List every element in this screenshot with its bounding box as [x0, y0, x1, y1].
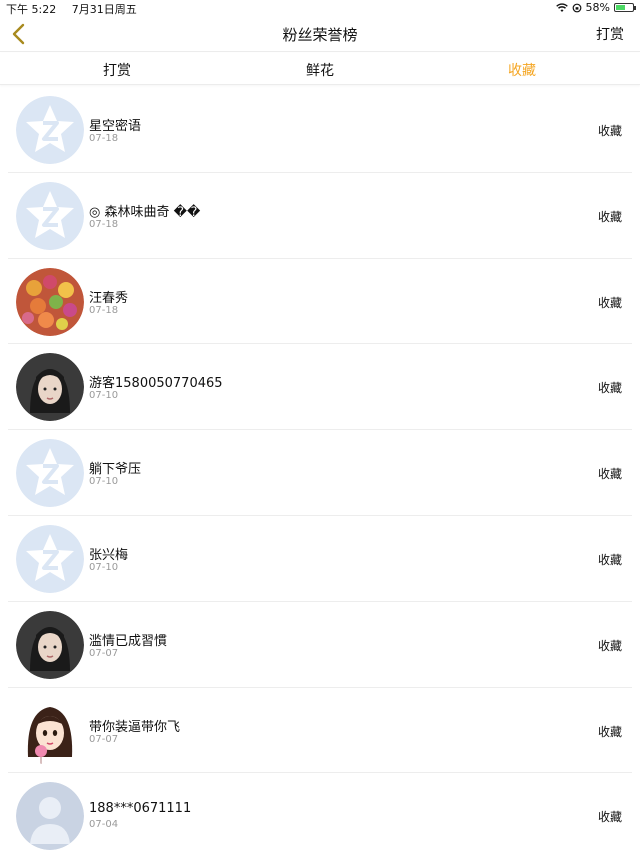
battery-icon [614, 3, 636, 12]
action-label: 收藏 [597, 810, 622, 825]
date-label: 07-18 [89, 304, 119, 316]
default-qq-avatar[interactable] [16, 181, 84, 250]
battery-percent: 58% [585, 1, 610, 14]
list-item[interactable]: ◎ 森林味曲奇 �� 07-18 收藏 [8, 173, 632, 259]
fan-list: 星空密语 07-18 收藏 ◎ 森林味曲奇 �� 07-18 收藏 汪春秀 07-18 收藏 游客… [0, 87, 640, 853]
date-label: 07-07 [89, 733, 119, 745]
date-label: 07-18 [89, 133, 119, 144]
list-item[interactable]: 带你装逼带你飞 07-07 收藏 [8, 688, 632, 774]
status-right: 58% [555, 1, 636, 14]
date-label: 07-04 [89, 819, 119, 831]
candy-photo-avatar[interactable] [16, 267, 84, 336]
action-label: 收藏 [597, 638, 622, 653]
wifi-icon [555, 2, 568, 12]
cartoon-girl-avatar[interactable] [16, 696, 84, 765]
status-left: 下午 5:22 7月31日周五 [6, 1, 149, 17]
user-name: 188***0671111 [89, 801, 192, 817]
user-name: 张兴梅 [89, 547, 129, 563]
tab-bar: 打赏 鲜花 收藏 [0, 53, 640, 85]
list-item[interactable]: 张兴梅 07-10 收藏 [8, 516, 632, 602]
default-person-avatar[interactable] [16, 782, 84, 851]
action-label: 收藏 [597, 552, 622, 567]
action-label: 收藏 [597, 467, 622, 482]
date-label: 07-10 [89, 390, 119, 402]
list-item[interactable]: 游客1580050770465 07-10 收藏 [8, 344, 632, 431]
date-label: 07-10 [89, 561, 119, 573]
tab-favorites[interactable]: 收藏 [508, 60, 536, 80]
list-item[interactable]: 188***0671111 07-04 收藏 [8, 773, 632, 853]
battery-fill [616, 5, 625, 10]
tab-reward[interactable]: 打赏 [103, 60, 131, 80]
list-item[interactable]: 星空密语 07-18 收藏 [8, 87, 632, 173]
action-label: 收藏 [597, 381, 622, 396]
girl-photo-avatar[interactable] [16, 610, 84, 679]
reward-button[interactable]: 打赏 [596, 24, 624, 44]
default-qq-avatar[interactable] [16, 439, 84, 508]
user-name: ◎ 森林味曲奇 �� [89, 204, 201, 220]
action-label: 收藏 [597, 295, 622, 310]
tab-flowers[interactable]: 鲜花 [306, 60, 334, 80]
list-item[interactable]: 躺下爷压 07-10 收藏 [8, 430, 632, 516]
status-time: 下午 5:22 [6, 3, 57, 16]
action-label: 收藏 [597, 124, 622, 138]
action-label: 收藏 [597, 724, 622, 739]
status-bar: 下午 5:22 7月31日周五 58% [0, 0, 640, 16]
action-label: 收藏 [597, 209, 622, 224]
user-name: 带你装逼带你飞 [89, 719, 181, 735]
user-name: 滥情已成習慣 [89, 633, 168, 649]
list-item[interactable]: 滥情已成習慣 07-07 收藏 [8, 602, 632, 688]
user-name: 游客1580050770465 [89, 376, 223, 392]
girl-photo-avatar[interactable] [16, 353, 84, 422]
user-name: 躺下爷压 [89, 462, 142, 478]
date-label: 07-18 [89, 218, 119, 230]
default-qq-avatar[interactable] [16, 524, 84, 593]
date-label: 07-07 [89, 647, 119, 659]
orientation-lock-icon [572, 3, 581, 12]
date-label: 07-10 [89, 476, 119, 488]
user-name: 星空密语 [89, 119, 142, 134]
list-item[interactable]: 汪春秀 07-18 收藏 [8, 259, 632, 345]
default-qq-avatar[interactable] [16, 96, 84, 164]
page-title: 粉丝荣誉榜 [282, 26, 358, 44]
nav-bar: 粉丝荣誉榜 打赏 [0, 16, 640, 52]
status-date: 7月31日周五 [71, 3, 137, 16]
user-name: 汪春秀 [89, 290, 129, 306]
